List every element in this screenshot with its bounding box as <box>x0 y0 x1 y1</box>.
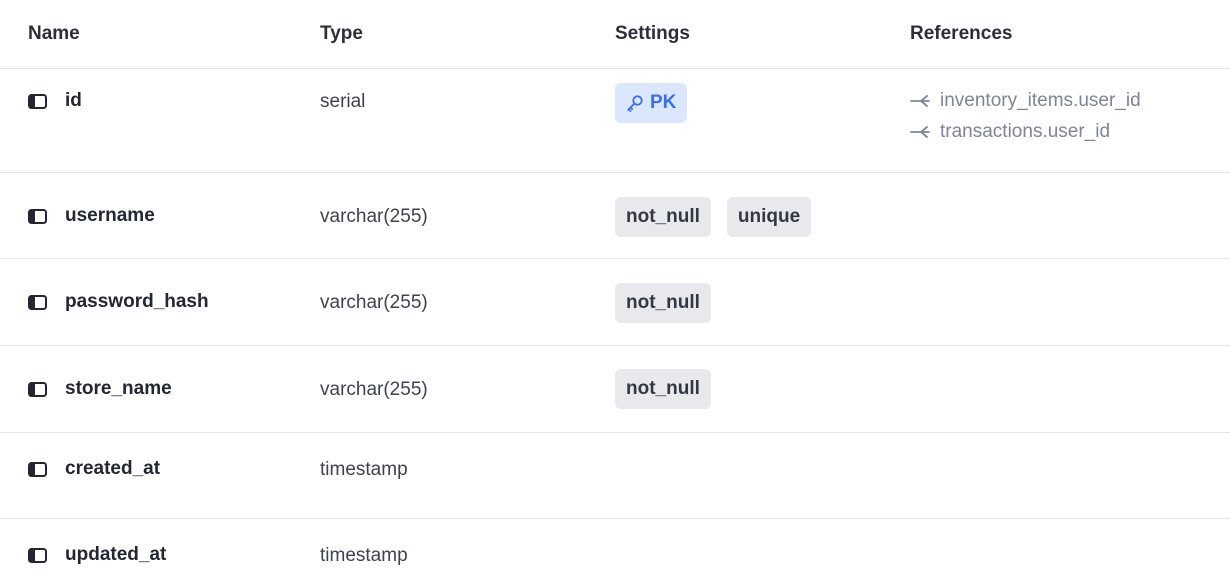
table-row[interactable]: store_name varchar(255) not_null <box>0 346 1230 433</box>
reference-label: transactions.user_id <box>940 120 1111 142</box>
not-null-badge: not_null <box>615 197 711 237</box>
fields-table: Name Type Settings References id serial … <box>0 0 1230 577</box>
primary-key-label: PK <box>650 92 677 113</box>
reference-label: inventory_items.user_id <box>940 89 1141 111</box>
table-row[interactable]: password_hash varchar(255) not_null <box>0 259 1230 346</box>
field-references: inventory_items.user_id transactions.use… <box>882 85 1230 147</box>
field-type: varchar(255) <box>320 379 428 400</box>
reference-link[interactable]: inventory_items.user_id <box>910 85 1230 116</box>
table-header: Name Type Settings References <box>0 0 1230 69</box>
field-name-cell: password_hash <box>0 283 292 313</box>
field-name: id <box>65 90 82 111</box>
field-type: serial <box>320 91 366 112</box>
column-icon <box>28 461 47 477</box>
header-references: References <box>910 23 1013 44</box>
reference-link[interactable]: transactions.user_id <box>910 116 1230 147</box>
key-icon <box>627 95 643 112</box>
table-row[interactable]: created_at timestamp <box>0 433 1230 519</box>
column-icon <box>28 294 47 310</box>
not-null-badge: not_null <box>615 283 711 323</box>
column-icon <box>28 208 47 224</box>
column-icon <box>28 93 47 109</box>
field-type: varchar(255) <box>320 292 428 313</box>
field-type: timestamp <box>320 545 408 566</box>
field-name: username <box>65 205 155 226</box>
table-row[interactable]: username varchar(255) not_null unique <box>0 173 1230 259</box>
field-settings: PK <box>587 83 882 123</box>
field-name-cell: updated_at <box>0 544 292 566</box>
field-settings: not_null <box>587 283 882 323</box>
field-name: store_name <box>65 378 172 399</box>
table-row[interactable]: id serial PK inventory_items.user_id tra… <box>0 69 1230 173</box>
table-row[interactable]: updated_at timestamp <box>0 519 1230 577</box>
field-name-cell: id <box>0 90 292 112</box>
column-icon <box>28 547 47 563</box>
column-icon <box>28 381 47 397</box>
reference-arrow-icon <box>910 125 930 138</box>
field-name: created_at <box>65 458 161 479</box>
header-type: Type <box>320 23 363 44</box>
field-type: varchar(255) <box>320 206 428 227</box>
field-type: timestamp <box>320 459 408 480</box>
field-name-cell: created_at <box>0 458 292 480</box>
reference-arrow-icon <box>910 94 930 107</box>
primary-key-badge: PK <box>615 83 688 123</box>
field-name: password_hash <box>65 291 209 312</box>
unique-badge: unique <box>726 197 812 237</box>
field-name-cell: username <box>0 197 292 227</box>
field-settings: not_null unique <box>587 197 882 237</box>
field-name-cell: store_name <box>0 369 292 400</box>
not-null-badge: not_null <box>615 369 711 409</box>
field-settings: not_null <box>587 369 882 409</box>
header-name: Name <box>28 23 80 44</box>
field-name: updated_at <box>65 544 167 565</box>
header-settings: Settings <box>615 23 690 44</box>
